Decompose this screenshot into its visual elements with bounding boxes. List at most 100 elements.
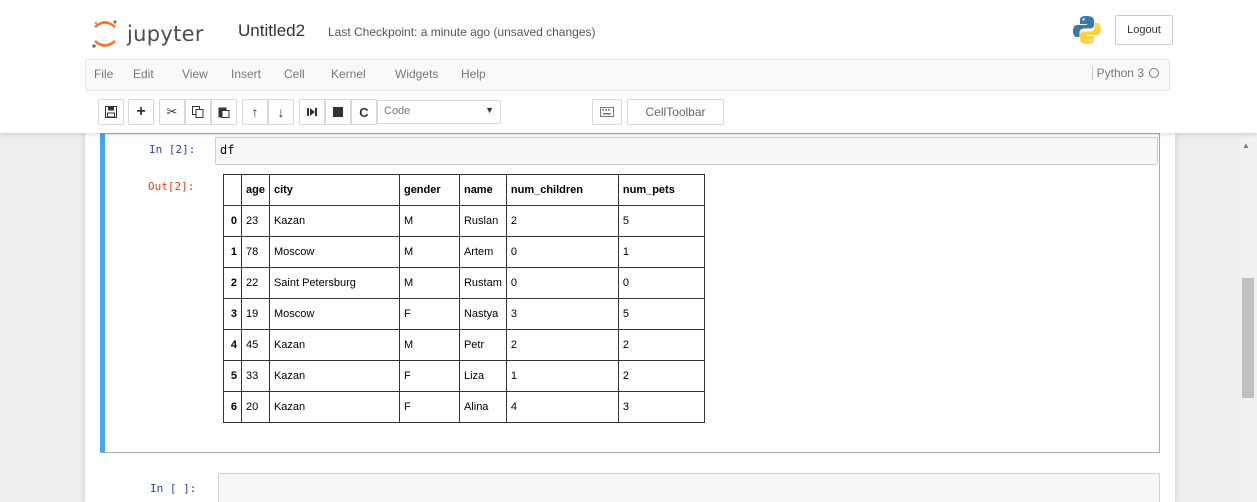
- table-cell: F: [398, 360, 460, 392]
- table-row: 6 20 Kazan F Alina 4 3: [223, 391, 705, 423]
- page-scrollbar[interactable]: ▲: [1239, 133, 1257, 502]
- table-row: 0 23 Kazan M Ruslan 2 5: [223, 205, 705, 237]
- table-cell: 3: [617, 391, 705, 423]
- table-cell: 2: [617, 360, 705, 392]
- chevron-down-icon: ▼: [485, 105, 494, 115]
- menu-insert[interactable]: Insert: [231, 67, 261, 81]
- table-cell: 19: [241, 298, 270, 330]
- table-body: 0 23 Kazan M Ruslan 2 5 1 78 Moscow M Artem 0 1 2 22 Sai…: [223, 205, 705, 423]
- table-row: 1 78 Moscow M Artem 0 1: [223, 236, 705, 268]
- table-cell: M: [398, 267, 460, 299]
- stop-icon: [333, 107, 343, 117]
- table-row: 3 19 Moscow F Nastya 3 5: [223, 298, 705, 330]
- table-cell: M: [398, 205, 460, 237]
- step-icon: [307, 108, 317, 116]
- notebook-header: jupyter Untitled2 Last Checkpoint: a min…: [0, 0, 1257, 133]
- table-header-cell: name: [458, 174, 507, 206]
- code-cell-empty[interactable]: In [ ]:: [105, 473, 1160, 502]
- celltoolbar-button[interactable]: CellToolbar: [627, 99, 724, 125]
- table-cell: Rustam: [458, 267, 507, 299]
- menu-widgets[interactable]: Widgets: [395, 67, 438, 81]
- table-cell: F: [398, 391, 460, 423]
- cell-type-select[interactable]: Code ▼: [377, 100, 501, 124]
- table-cell: 78: [241, 236, 270, 268]
- jupyter-logo[interactable]: jupyter: [91, 14, 204, 54]
- table-header-cell: age: [241, 174, 270, 206]
- notebook-name[interactable]: Untitled2: [238, 21, 305, 41]
- table-cell: 22: [241, 267, 270, 299]
- copy-button[interactable]: [185, 99, 211, 125]
- arrow-up-icon: ↑: [251, 104, 259, 120]
- table-cell: 0: [505, 267, 619, 299]
- table-cell: 0: [505, 236, 619, 268]
- cell-type-value: Code: [384, 105, 411, 117]
- table-cell: 2: [505, 329, 619, 361]
- move-down-button[interactable]: ↓: [268, 99, 294, 125]
- menu-kernel[interactable]: Kernel: [331, 67, 366, 81]
- code-text: df: [220, 143, 235, 157]
- table-cell: Moscow: [268, 298, 400, 330]
- table-cell: 33: [241, 360, 270, 392]
- menubar: File Edit View Insert Cell Kernel Widget…: [85, 59, 1170, 91]
- code-input-area[interactable]: df: [215, 137, 1158, 165]
- menu-help[interactable]: Help: [461, 67, 486, 81]
- table-cell: Alina: [458, 391, 507, 423]
- table-header-cell: city: [268, 174, 400, 206]
- table-cell: F: [398, 298, 460, 330]
- row-index: 6: [223, 391, 242, 423]
- code-cell-selected[interactable]: In [2]: df Out[2]: age city gender name …: [100, 133, 1160, 453]
- table-cell: Saint Petersburg: [268, 267, 400, 299]
- keyboard-icon: [600, 107, 614, 117]
- paste-icon: [218, 107, 230, 118]
- command-palette-button[interactable]: [592, 99, 622, 125]
- menu-view[interactable]: View: [182, 67, 208, 81]
- python-logo-icon: [1073, 16, 1101, 44]
- table-cell: Artem: [458, 236, 507, 268]
- table-cell: 5: [617, 205, 705, 237]
- table-cell: Moscow: [268, 236, 400, 268]
- table-cell: Nastya: [458, 298, 507, 330]
- scroll-up-arrow-icon[interactable]: ▲: [1242, 141, 1250, 150]
- menu-edit[interactable]: Edit: [133, 67, 154, 81]
- table-row: 5 33 Kazan F Liza 1 2: [223, 360, 705, 392]
- row-index: 1: [223, 236, 242, 268]
- table-header-cell: num_pets: [617, 174, 705, 206]
- cut-button[interactable]: ✂: [159, 99, 185, 125]
- move-up-button[interactable]: ↑: [242, 99, 268, 125]
- scissors-icon: ✂: [166, 104, 178, 119]
- table-cell: 0: [617, 267, 705, 299]
- plus-icon: +: [136, 103, 146, 120]
- kernel-name: Python 3: [1096, 66, 1144, 80]
- row-index: 3: [223, 298, 242, 330]
- input-prompt: In [2]:: [149, 143, 196, 156]
- table-cell: 45: [241, 329, 270, 361]
- input-prompt: In [ ]:: [150, 482, 197, 495]
- dataframe-table: age city gender name num_children num_pe…: [223, 174, 705, 423]
- table-header-cell: gender: [398, 174, 460, 206]
- scrollbar-thumb[interactable]: [1242, 278, 1254, 398]
- table-cell: 3: [505, 298, 619, 330]
- run-button[interactable]: [299, 99, 325, 125]
- row-index: 4: [223, 329, 242, 361]
- jupyter-logo-text: jupyter: [127, 22, 204, 46]
- table-cell: Kazan: [268, 329, 400, 361]
- table-cell: Ruslan: [458, 205, 507, 237]
- kernel-indicator: Python 3: [1091, 66, 1159, 80]
- table-cell: 23: [241, 205, 270, 237]
- menu-file[interactable]: File: [94, 67, 113, 81]
- table-header-cell: num_children: [505, 174, 619, 206]
- table-cell: Kazan: [268, 360, 400, 392]
- code-input-area[interactable]: [218, 473, 1160, 502]
- copy-icon: [192, 106, 204, 118]
- paste-button[interactable]: [211, 99, 237, 125]
- logout-button[interactable]: Logout: [1115, 15, 1173, 45]
- save-button[interactable]: [98, 99, 124, 125]
- table-cell: 2: [505, 205, 619, 237]
- interrupt-button[interactable]: [325, 99, 351, 125]
- table-row: 4 45 Kazan M Petr 2 2: [223, 329, 705, 361]
- menu-cell[interactable]: Cell: [284, 67, 305, 81]
- restart-button[interactable]: C: [351, 99, 377, 125]
- table-cell: Kazan: [268, 391, 400, 423]
- table-header-row: age city gender name num_children num_pe…: [223, 174, 705, 206]
- insert-cell-button[interactable]: +: [128, 99, 154, 125]
